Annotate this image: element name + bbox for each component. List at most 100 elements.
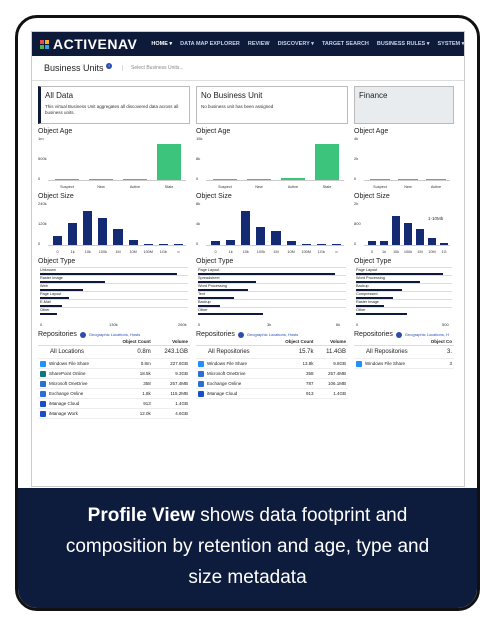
table-row[interactable]: Windows File Share 0.8m 227.8GB: [38, 358, 190, 369]
table-row[interactable]: All Locations 0.8m 243.1GB: [38, 345, 190, 359]
chart-bar[interactable]: [83, 210, 93, 245]
chart-bar[interactable]: [256, 227, 266, 245]
object-count: 913: [271, 388, 316, 399]
table-row[interactable]: Microsoft OneDrive 358 257.4MB: [196, 368, 348, 379]
chart-bar[interactable]: [281, 177, 305, 180]
nav-item[interactable]: HOME ▾: [151, 41, 172, 47]
type-bar[interactable]: [356, 313, 407, 315]
column-header[interactable]: Volume: [315, 338, 348, 346]
column-header[interactable]: [196, 338, 272, 346]
chart-bar[interactable]: [316, 244, 326, 245]
business-units-bar: Business Units i Select Business Units..…: [32, 56, 464, 81]
table-row[interactable]: All Repositories 3.: [354, 345, 454, 359]
table-row[interactable]: Exchange Online 787 106.1MB: [196, 378, 348, 389]
column-header[interactable]: [354, 338, 423, 346]
chart-bar[interactable]: [404, 223, 412, 245]
column-header[interactable]: Object Co: [422, 338, 454, 346]
type-row-label: Compressed: [356, 291, 378, 296]
nav-item[interactable]: DISCOVERY ▾: [278, 41, 314, 47]
chart-bar[interactable]: [428, 237, 436, 245]
chart-bar[interactable]: [380, 240, 388, 245]
repositories-title: Repositories: [38, 331, 77, 338]
activenav-logo[interactable]: ACTIVENAV: [40, 36, 137, 52]
y-tick-label: 0: [38, 176, 41, 181]
chart-bar[interactable]: [143, 243, 153, 245]
object-size-chart: 240k 120k 0 0 1k 10k 100k 1M 10M 100M 1Gb ∞: [38, 201, 190, 254]
nav-item[interactable]: DATA MAP EXPLORER: [180, 41, 240, 47]
object-count: 913: [109, 398, 153, 409]
chart-bar[interactable]: [315, 144, 339, 180]
object-count: 0.8m: [109, 358, 153, 369]
repositories-links[interactable]: Geographic Locations, Hosts: [89, 332, 140, 337]
type-bar[interactable]: [40, 313, 58, 315]
business-unit-card[interactable]: No Business Unit No business unit has bee…: [196, 86, 348, 124]
repositories-links[interactable]: Geographic Locations, H: [405, 332, 449, 337]
table-row[interactable]: Microsoft OneDrive 358 257.4MB: [38, 378, 190, 389]
nav-item[interactable]: REVIEW: [248, 41, 270, 47]
business-units-select[interactable]: Select Business Units...: [122, 65, 184, 71]
chart-bar[interactable]: [226, 239, 236, 245]
table-row[interactable]: Exchange Online 1.8k 115.2MB: [38, 388, 190, 399]
type-row-label: Unknown: [40, 267, 56, 272]
table-row[interactable]: iManage Cloud 913 1.4GB: [38, 398, 190, 409]
x-tick-label: 10k: [242, 250, 249, 254]
business-unit-title: All Data: [45, 91, 74, 100]
nav-item[interactable]: TARGET SEARCH: [322, 41, 369, 47]
table-row[interactable]: Windows File Share 13.8k 9.8GB: [196, 358, 348, 369]
chart-bar[interactable]: [241, 210, 251, 245]
chart-bar[interactable]: [173, 244, 183, 245]
volume: 1.4GB: [315, 388, 348, 399]
type-bar[interactable]: [198, 313, 263, 315]
nav-item[interactable]: SYSTEM ▾: [438, 41, 465, 47]
top-navbar: ACTIVENAV HOME ▾ DATA MAP EXPLORER REVIEW D…: [32, 32, 464, 56]
chart-bar[interactable]: [157, 144, 181, 180]
column-header[interactable]: Object Count: [109, 338, 153, 346]
chart-bar[interactable]: [123, 178, 147, 180]
chart-bar[interactable]: [331, 244, 341, 245]
table-row[interactable]: SharePoint Online 18.5k 9.3GB: [38, 368, 190, 379]
chart-bar[interactable]: [55, 179, 79, 180]
business-unit-card[interactable]: Finance: [354, 86, 454, 124]
chart-bar[interactable]: [158, 244, 168, 245]
table-row[interactable]: iManage Work 12.0k 4.6GB: [38, 408, 190, 419]
chart-bar[interactable]: [416, 228, 424, 245]
chart-bar[interactable]: [211, 240, 221, 245]
x-tick-label: 1k: [228, 250, 233, 254]
business-unit-card[interactable]: All Data This virtual Business Unit aggre…: [38, 86, 190, 124]
volume: 115.2MB: [152, 388, 190, 399]
repositories-links[interactable]: Geographic Locations, Hosts: [247, 332, 298, 337]
repositories-header: Repositories Geographic Locations, H: [354, 331, 454, 338]
column-header[interactable]: Object Count: [271, 338, 316, 346]
object-type-title: Object Type: [38, 258, 76, 265]
chart-bar[interactable]: [128, 239, 138, 245]
chart-bar[interactable]: [247, 179, 271, 180]
chart-bar[interactable]: [368, 241, 376, 245]
chart-bar[interactable]: [98, 218, 108, 245]
chart-bar[interactable]: [440, 243, 448, 245]
table-row[interactable]: All Repositories 15.7k 11.4GB: [196, 345, 348, 359]
info-icon[interactable]: [79, 331, 86, 338]
repositories-table: Object Count Volume All Repositories 15.7k 1…: [196, 338, 348, 399]
chart-bar[interactable]: [53, 236, 63, 245]
chart-bar[interactable]: [286, 240, 296, 245]
chart-bar[interactable]: [370, 179, 390, 180]
chart-bar[interactable]: [398, 179, 418, 180]
info-icon[interactable]: [237, 331, 244, 338]
object-count: 358: [271, 368, 316, 379]
info-icon[interactable]: i: [106, 63, 113, 69]
info-icon[interactable]: [395, 331, 402, 338]
chart-bar[interactable]: [213, 179, 237, 180]
column-header[interactable]: [38, 338, 110, 346]
table-row[interactable]: Windows File Share 3: [354, 358, 454, 369]
chart-bar[interactable]: [392, 216, 400, 245]
object-age-chart: 1m 500k 0 Suspect New Active Stale: [38, 136, 190, 189]
nav-item[interactable]: BUSINESS RULES ▾: [377, 41, 430, 47]
chart-bar[interactable]: [301, 243, 311, 245]
chart-bar[interactable]: [426, 179, 446, 180]
chart-bar[interactable]: [271, 231, 281, 245]
chart-bar[interactable]: [68, 223, 78, 245]
chart-bar[interactable]: [113, 228, 123, 245]
table-row[interactable]: iManage Cloud 913 1.4GB: [196, 388, 348, 399]
chart-bar[interactable]: [89, 179, 113, 180]
column-header[interactable]: Volume: [152, 338, 190, 346]
